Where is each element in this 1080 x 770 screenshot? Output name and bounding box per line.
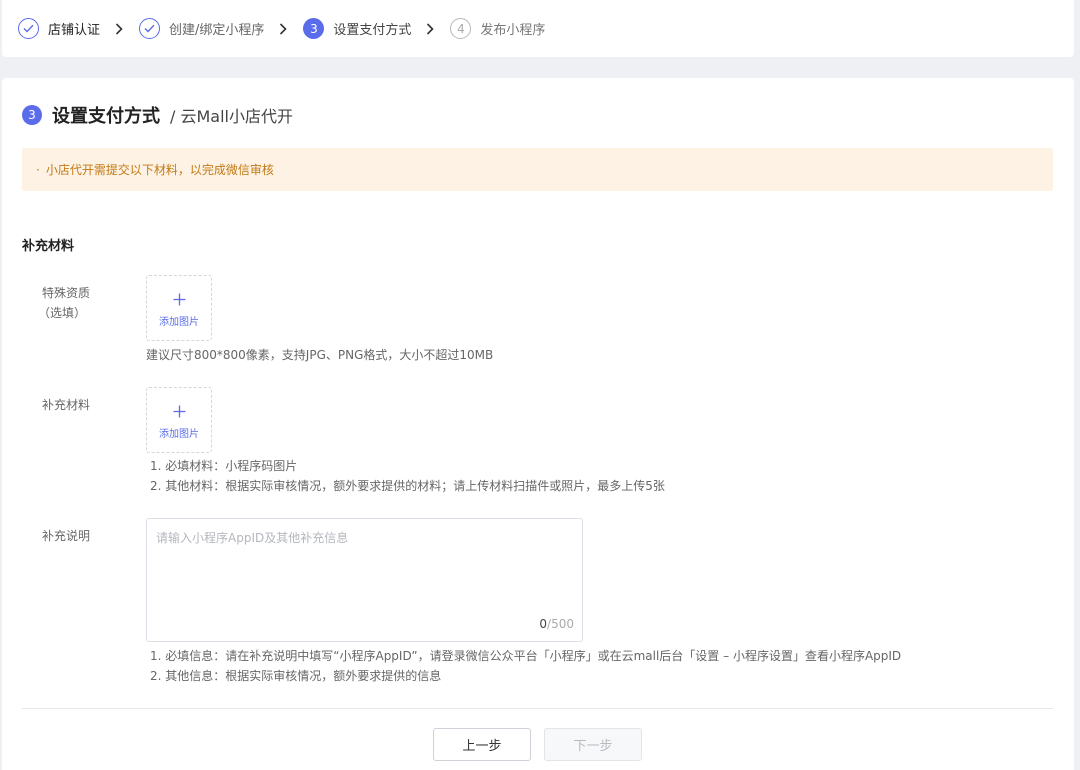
label-line: （选填） [38,306,87,320]
page-title: 3 设置支付方式 / 云Mall小店代开 [22,102,293,128]
upload-label: 添加图片 [159,316,199,328]
plus-icon [173,401,186,421]
char-counter: 0/500 [539,617,574,631]
step-number-badge: 3 [22,105,42,125]
step-publish-miniprogram: 4 发布小程序 [450,18,545,39]
hint-item: 1. 必填信息：请在补充说明中填写“小程序AppID”，请登录微信公众平台「小程… [150,649,902,663]
main-card: 3 设置支付方式 / 云Mall小店代开 · 小店代开需提交以下材料，以完成微信… [2,78,1074,770]
page-subtitle: / 云Mall小店代开 [170,107,293,126]
previous-step-button[interactable]: 上一步 [433,728,531,761]
char-max: /500 [547,617,574,631]
page-title-text: 设置支付方式 [52,106,160,127]
check-circle-icon [18,18,39,39]
plus-icon [173,289,186,309]
divider [22,708,1053,709]
step-number: 3 [303,18,325,39]
description-label: 补充说明 [42,529,91,543]
next-step-button[interactable]: 下一步 [544,728,642,761]
upload-special-qualification-button[interactable]: 添加图片 [146,275,212,341]
special-qualification-label: 特殊资质 （选填） [38,283,91,323]
chevron-right-icon [426,22,435,35]
supplementary-material-label: 补充材料 [42,398,91,412]
notice-text: 小店代开需提交以下材料，以完成微信审核 [45,163,274,177]
step-payment-setup: 3 设置支付方式 [303,18,411,39]
material-hints: 1. 必填材料：小程序码图片 2. 其他材料：根据实际审核情况，额外要求提供的材… [150,456,665,496]
hint-item: 1. 必填材料：小程序码图片 [150,459,298,473]
step-label: 发布小程序 [480,23,546,38]
stepper: 店铺认证 创建/绑定小程序 3 设置支付方式 4 发布小程序 [2,0,1074,57]
step-label: 设置支付方式 [333,23,412,38]
chevron-right-icon [115,22,123,35]
chevron-right-icon [279,22,288,35]
step-label: 店铺认证 [48,23,101,38]
step-number: 4 [450,18,472,39]
hint-item: 2. 其他信息：根据实际审核情况，额外要求提供的信息 [150,669,442,683]
hint-item: 2. 其他材料：根据实际审核情况，额外要求提供的材料；请上传材料扫描件或照片，最… [150,479,665,493]
description-hints: 1. 必填信息：请在补充说明中填写“小程序AppID”，请登录微信公众平台「小程… [150,646,901,686]
upload-hint: 建议尺寸800*800像素，支持JPG、PNG格式，大小不超过10MB [146,348,494,362]
char-count: 0 [539,617,548,631]
check-circle-icon [139,18,161,39]
label-line: 特殊资质 [42,286,91,300]
section-title: 补充材料 [22,239,75,254]
step-label: 创建/绑定小程序 [169,23,265,38]
upload-label: 添加图片 [159,428,199,440]
notice-bullet: · [36,162,40,177]
upload-supplementary-material-button[interactable]: 添加图片 [146,387,212,453]
step-store-certification: 店铺认证 [18,18,100,39]
description-field[interactable]: 0/500 [146,518,583,642]
notice-banner: · 小店代开需提交以下材料，以完成微信审核 [22,148,1053,191]
step-create-bind-miniprogram: 创建/绑定小程序 [139,18,264,39]
description-textarea[interactable] [147,519,582,641]
